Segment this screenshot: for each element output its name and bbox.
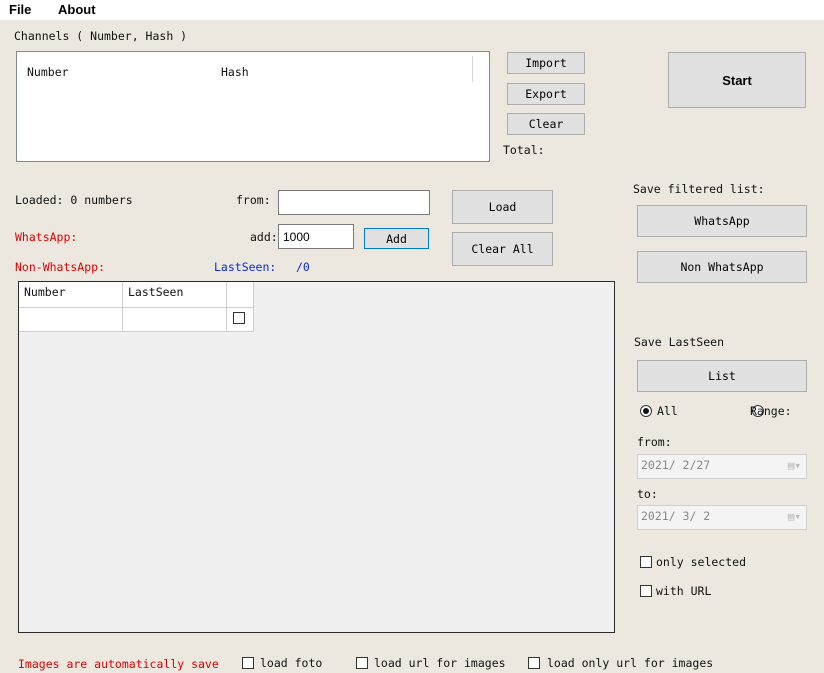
- menu-bar: File About: [0, 0, 824, 20]
- column-divider: [472, 56, 473, 82]
- from-date-value: 2021/ 2/27: [641, 458, 711, 472]
- channels-col-hash: Hash: [221, 65, 249, 79]
- grid-col-lastseen-label: LastSeen: [128, 285, 184, 299]
- from-date-picker[interactable]: 2021/ 2/27 ▤▾: [637, 454, 807, 479]
- menu-about[interactable]: About: [58, 2, 96, 17]
- add-label: add:: [250, 230, 278, 244]
- channels-group-label: Channels ( Number, Hash ): [14, 29, 188, 43]
- load-url-checkbox[interactable]: [356, 657, 368, 669]
- radio-all[interactable]: [640, 405, 652, 417]
- lastseen-label: LastSeen:: [214, 260, 277, 274]
- images-autosave-note: Images are automatically save: [18, 657, 219, 671]
- add-button[interactable]: Add: [364, 228, 429, 249]
- start-button[interactable]: Start: [668, 52, 806, 108]
- grid-cell-number[interactable]: [19, 308, 123, 332]
- save-whatsapp-button[interactable]: WhatsApp: [637, 205, 807, 237]
- calendar-dropdown-icon[interactable]: ▤▾: [788, 510, 801, 523]
- lastseen-progress: /0: [296, 260, 310, 274]
- load-only-url-label: load only url for images: [547, 656, 714, 670]
- non-whatsapp-count-label: Non-WhatsApp:: [15, 260, 106, 274]
- total-label: Total:: [503, 143, 545, 157]
- only-selected-label: only selected: [656, 555, 747, 569]
- save-non-whatsapp-button[interactable]: Non WhatsApp: [637, 251, 807, 283]
- radio-range-label: Range:: [750, 404, 792, 418]
- results-grid[interactable]: Number LastSeen: [18, 281, 615, 633]
- import-button[interactable]: Import: [507, 52, 585, 74]
- menu-file[interactable]: File: [9, 2, 31, 17]
- channels-col-number: Number: [27, 65, 69, 79]
- grid-col-select: [227, 282, 254, 308]
- grid-col-number[interactable]: Number: [19, 282, 123, 308]
- clear-all-button[interactable]: Clear All: [452, 232, 553, 266]
- load-url-label: load url for images: [374, 656, 506, 670]
- load-foto-label: load foto: [260, 656, 323, 670]
- load-only-url-checkbox[interactable]: [528, 657, 540, 669]
- loaded-count: Loaded: 0 numbers: [15, 193, 133, 207]
- save-lastseen-label: Save LastSeen: [634, 335, 725, 349]
- grid-cell-select[interactable]: [227, 308, 254, 332]
- save-filtered-label: Save filtered list:: [633, 182, 765, 196]
- export-button[interactable]: Export: [507, 83, 585, 105]
- whatsapp-count-label: WhatsApp:: [15, 230, 78, 244]
- grid-col-lastseen[interactable]: LastSeen: [123, 282, 227, 308]
- with-url-checkbox[interactable]: [640, 585, 652, 597]
- to-date-value: 2021/ 3/ 2: [641, 509, 711, 523]
- calendar-dropdown-icon[interactable]: ▤▾: [788, 459, 801, 472]
- only-selected-checkbox[interactable]: [640, 556, 652, 568]
- from-label: from:: [236, 193, 271, 207]
- with-url-label: with URL: [656, 584, 712, 598]
- grid-col-number-label: Number: [24, 285, 66, 299]
- row-select-checkbox[interactable]: [233, 312, 245, 324]
- from-input[interactable]: [278, 190, 430, 215]
- add-count-input[interactable]: [278, 224, 354, 249]
- range-from-label: from:: [637, 435, 672, 449]
- clear-channels-button[interactable]: Clear: [507, 113, 585, 135]
- load-button[interactable]: Load: [452, 190, 553, 224]
- channels-list[interactable]: Number Hash: [16, 51, 490, 162]
- range-to-label: to:: [637, 487, 658, 501]
- to-date-picker[interactable]: 2021/ 3/ 2 ▤▾: [637, 505, 807, 530]
- radio-all-label: All: [657, 404, 678, 418]
- save-lastseen-list-button[interactable]: List: [637, 360, 807, 392]
- grid-cell-lastseen[interactable]: [123, 308, 227, 332]
- load-foto-checkbox[interactable]: [242, 657, 254, 669]
